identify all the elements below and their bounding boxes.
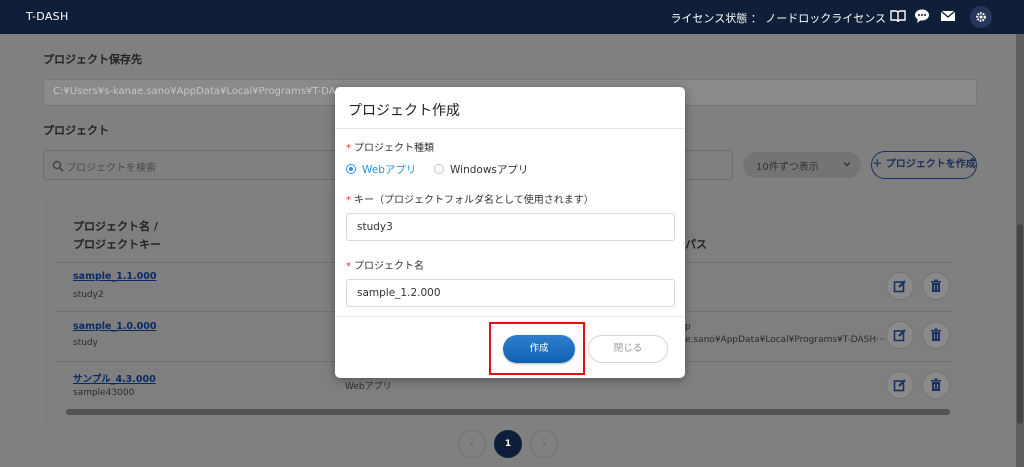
edit-icon xyxy=(893,329,906,342)
edit-button[interactable] xyxy=(886,321,914,349)
project-type-label: * プロジェクト種類 xyxy=(346,139,434,154)
trash-icon xyxy=(931,328,941,341)
app-title: T-DASH xyxy=(26,10,69,23)
search-icon xyxy=(52,160,64,172)
delete-button[interactable] xyxy=(922,272,950,300)
edit-button[interactable] xyxy=(886,371,914,399)
radio-windows-app-label[interactable]: Windowsアプリ xyxy=(450,162,528,177)
required-mark: * xyxy=(346,261,351,272)
delete-button[interactable] xyxy=(922,371,950,399)
projects-label: プロジェクト xyxy=(43,124,109,137)
dialog-title: プロジェクト作成 xyxy=(348,103,460,119)
column-header-name-line2: プロジェクトキー xyxy=(73,238,161,251)
storage-label: プロジェクト保存先 xyxy=(43,53,142,66)
trash-icon xyxy=(931,378,941,391)
chevron-down-icon xyxy=(843,162,851,167)
table-horizontal-scrollbar[interactable] xyxy=(66,409,950,415)
top-bar: T-DASH ライセンス状態 ： ノードロックライセンス xyxy=(0,0,1024,34)
project-key: study2 xyxy=(73,290,104,300)
mail-icon[interactable] xyxy=(940,8,956,24)
trash-icon xyxy=(931,279,941,292)
required-mark: * xyxy=(346,143,351,154)
delete-button[interactable] xyxy=(922,321,950,349)
page-scrollbar[interactable] xyxy=(1016,34,1024,467)
project-path-line2: e.sano¥AppData¥Local¥Programs¥T-DASH··· xyxy=(685,335,885,345)
column-header-name-line1: プロジェクト名 / xyxy=(73,220,158,233)
faq-chat-icon[interactable] xyxy=(914,8,930,24)
project-name-label-text: プロジェクト名 xyxy=(354,261,424,272)
column-header-path: パス xyxy=(685,238,707,251)
project-name-link[interactable]: sample_1.1.000 xyxy=(73,271,156,282)
pagination-page-1[interactable]: 1 xyxy=(494,430,522,458)
edit-icon xyxy=(893,379,906,392)
project-type: Webアプリ xyxy=(345,382,392,392)
gear-icon xyxy=(976,12,986,22)
page-scrollbar-thumb[interactable] xyxy=(1017,224,1023,424)
project-name-input[interactable]: sample_1.2.000 xyxy=(346,279,675,307)
project-key-label-text: キー（プロジェクトフォルダ名として使用されます） xyxy=(354,195,594,206)
pagination-next-button[interactable]: › xyxy=(530,430,558,458)
edit-button[interactable] xyxy=(886,272,914,300)
column-header-name: プロジェクト名 / プロジェクトキー xyxy=(73,218,161,254)
radio-windows-app[interactable] xyxy=(434,164,444,174)
search-placeholder: プロジェクトを検索 xyxy=(66,163,156,174)
edit-icon xyxy=(893,280,906,293)
book-icon[interactable] xyxy=(890,8,906,24)
project-name-link[interactable]: サンプル_4.3.000 xyxy=(73,371,156,385)
required-mark: * xyxy=(346,195,351,206)
close-button[interactable]: 閉じる xyxy=(588,335,668,363)
project-key: study xyxy=(73,338,98,348)
project-key-label: * キー（プロジェクトフォルダ名として使用されます） xyxy=(346,191,594,206)
pagination-prev-button[interactable]: ‹ xyxy=(458,430,486,458)
dialog-footer-divider xyxy=(335,316,685,317)
settings-button[interactable] xyxy=(970,6,992,28)
per-page-select[interactable]: 10件ずつ表示 xyxy=(743,152,861,178)
project-key: sample43000 xyxy=(73,388,135,398)
project-name-link[interactable]: sample_1.0.000 xyxy=(73,321,156,332)
project-key-input[interactable]: study3 xyxy=(346,213,675,241)
highlight-box xyxy=(489,322,585,375)
dialog-divider xyxy=(335,128,685,129)
radio-web-app[interactable] xyxy=(346,164,356,174)
project-name-label: * プロジェクト名 xyxy=(346,257,424,272)
create-project-button[interactable]: ＋ プロジェクトを作成 xyxy=(871,151,977,179)
license-status: ライセンス状態 ： ノードロックライセンス xyxy=(670,12,886,25)
project-type-label-text: プロジェクト種類 xyxy=(354,143,434,154)
project-path-line1: p xyxy=(685,322,691,332)
per-page-value: 10件ずつ表示 xyxy=(756,162,819,173)
radio-web-app-label[interactable]: Webアプリ xyxy=(362,162,416,177)
